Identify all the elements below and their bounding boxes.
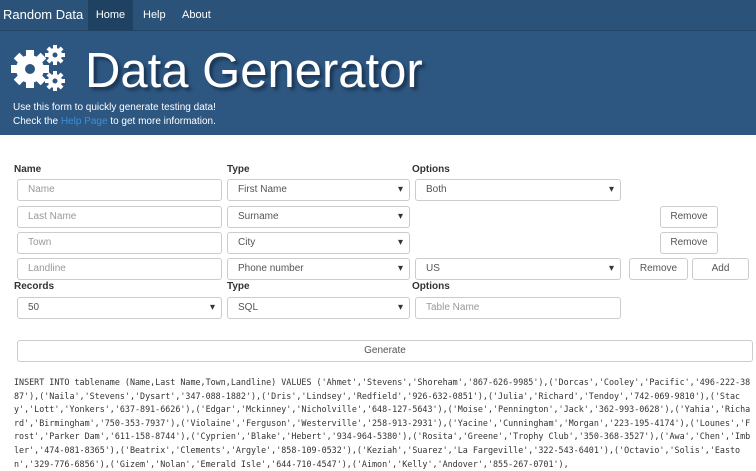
add-button[interactable]: Add bbox=[692, 258, 749, 280]
remove-button[interactable]: Remove bbox=[660, 232, 718, 254]
output-options-label: Options bbox=[412, 281, 450, 292]
page-title: Data Generator bbox=[85, 44, 423, 98]
field-type-select[interactable]: Surname bbox=[227, 206, 410, 228]
field-name-input[interactable]: Name bbox=[17, 179, 222, 201]
gears-icon bbox=[11, 45, 65, 91]
brand-link[interactable]: Random Data bbox=[3, 0, 83, 31]
type-label: Type bbox=[227, 164, 250, 175]
field-name-input[interactable]: Last Name bbox=[17, 206, 222, 228]
nav-about[interactable]: About bbox=[182, 0, 211, 31]
field-type-select[interactable]: First Name bbox=[227, 179, 410, 201]
table-name-input[interactable]: Table Name bbox=[415, 297, 621, 319]
output-type-select[interactable]: SQL bbox=[227, 297, 410, 319]
field-type-select[interactable]: Phone number bbox=[227, 258, 410, 280]
help-page-link[interactable]: Help Page bbox=[61, 116, 108, 127]
navbar: Random Data Home Help About bbox=[0, 0, 756, 31]
output-type-label: Type bbox=[227, 281, 250, 292]
field-name-input[interactable]: Town bbox=[17, 232, 222, 254]
field-option-select[interactable]: Both bbox=[415, 179, 621, 201]
generate-button[interactable]: Generate bbox=[17, 340, 753, 362]
name-label: Name bbox=[14, 164, 42, 175]
field-option-select[interactable]: US bbox=[415, 258, 621, 280]
records-select[interactable]: 50 bbox=[17, 297, 222, 319]
hero-header: Data Generator Use this form to quickly … bbox=[0, 31, 756, 135]
hero-description: Use this form to quickly generate testin… bbox=[13, 102, 216, 113]
help-text-post: to get more information. bbox=[107, 116, 216, 127]
generated-output: INSERT INTO tablename (Name,Last Name,To… bbox=[14, 377, 751, 469]
remove-button[interactable]: Remove bbox=[629, 258, 688, 280]
field-name-input[interactable]: Landline bbox=[17, 258, 222, 280]
hero-help-text: Check the Help Page to get more informat… bbox=[13, 116, 216, 127]
nav-home[interactable]: Home bbox=[88, 0, 133, 31]
nav-help[interactable]: Help bbox=[143, 0, 166, 31]
remove-button[interactable]: Remove bbox=[660, 206, 718, 228]
options-label: Options bbox=[412, 164, 450, 175]
help-text-pre: Check the bbox=[13, 116, 61, 127]
field-type-select[interactable]: City bbox=[227, 232, 410, 254]
records-label: Records bbox=[14, 281, 55, 292]
